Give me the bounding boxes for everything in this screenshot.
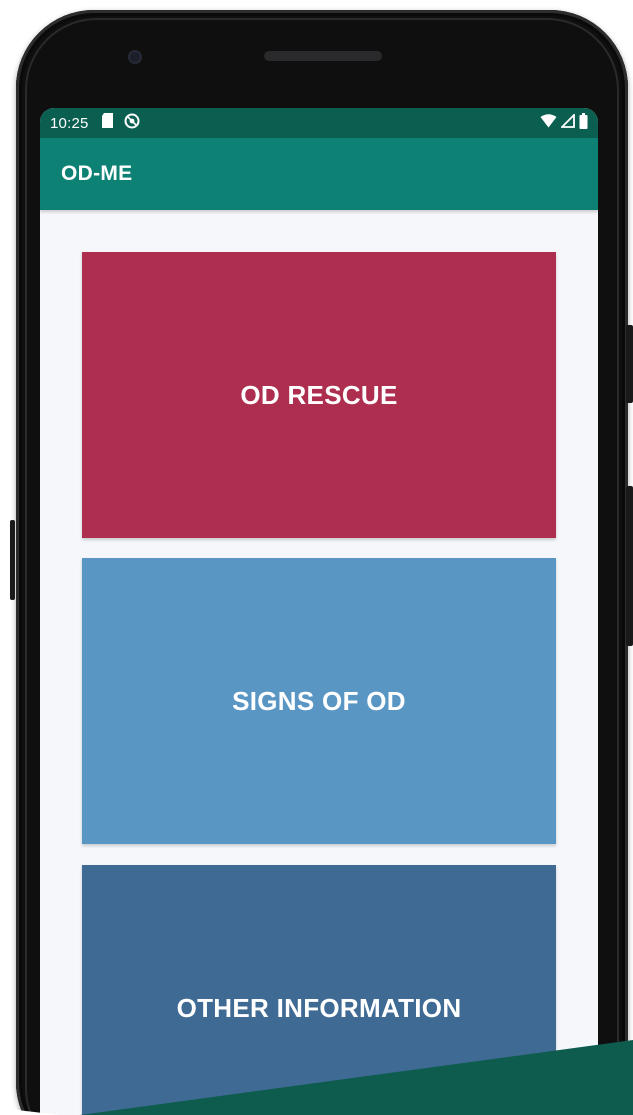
power-button (626, 486, 633, 646)
battery-icon (579, 112, 588, 134)
app-title: OD-ME (61, 162, 133, 185)
phone-screen: 10:25 OD-ME OD RESCUE SIGNS OF OD OTHER … (40, 108, 598, 1115)
other-information-label: OTHER INFORMATION (176, 992, 462, 1023)
left-side-button (10, 520, 15, 600)
other-information-button[interactable]: OTHER INFORMATION (82, 865, 556, 1115)
sync-icon (124, 113, 140, 134)
status-bar: 10:25 (40, 108, 598, 138)
front-camera-icon (128, 50, 142, 64)
signal-icon (559, 112, 575, 133)
earpiece-speaker (264, 51, 382, 61)
status-left-icons (101, 113, 140, 134)
stage: 10:25 OD-ME OD RESCUE SIGNS OF OD OTHER … (0, 0, 633, 1115)
od-rescue-label: OD RESCUE (240, 379, 398, 410)
status-right-icons (540, 112, 588, 134)
status-time: 10:25 (50, 114, 89, 132)
app-bar: OD-ME (40, 138, 598, 210)
signs-of-od-label: SIGNS OF OD (232, 685, 406, 716)
volume-button (626, 325, 633, 403)
sd-card-icon (101, 113, 114, 133)
od-rescue-button[interactable]: OD RESCUE (82, 252, 556, 538)
signs-of-od-button[interactable]: SIGNS OF OD (82, 558, 556, 844)
wifi-icon (540, 113, 557, 133)
